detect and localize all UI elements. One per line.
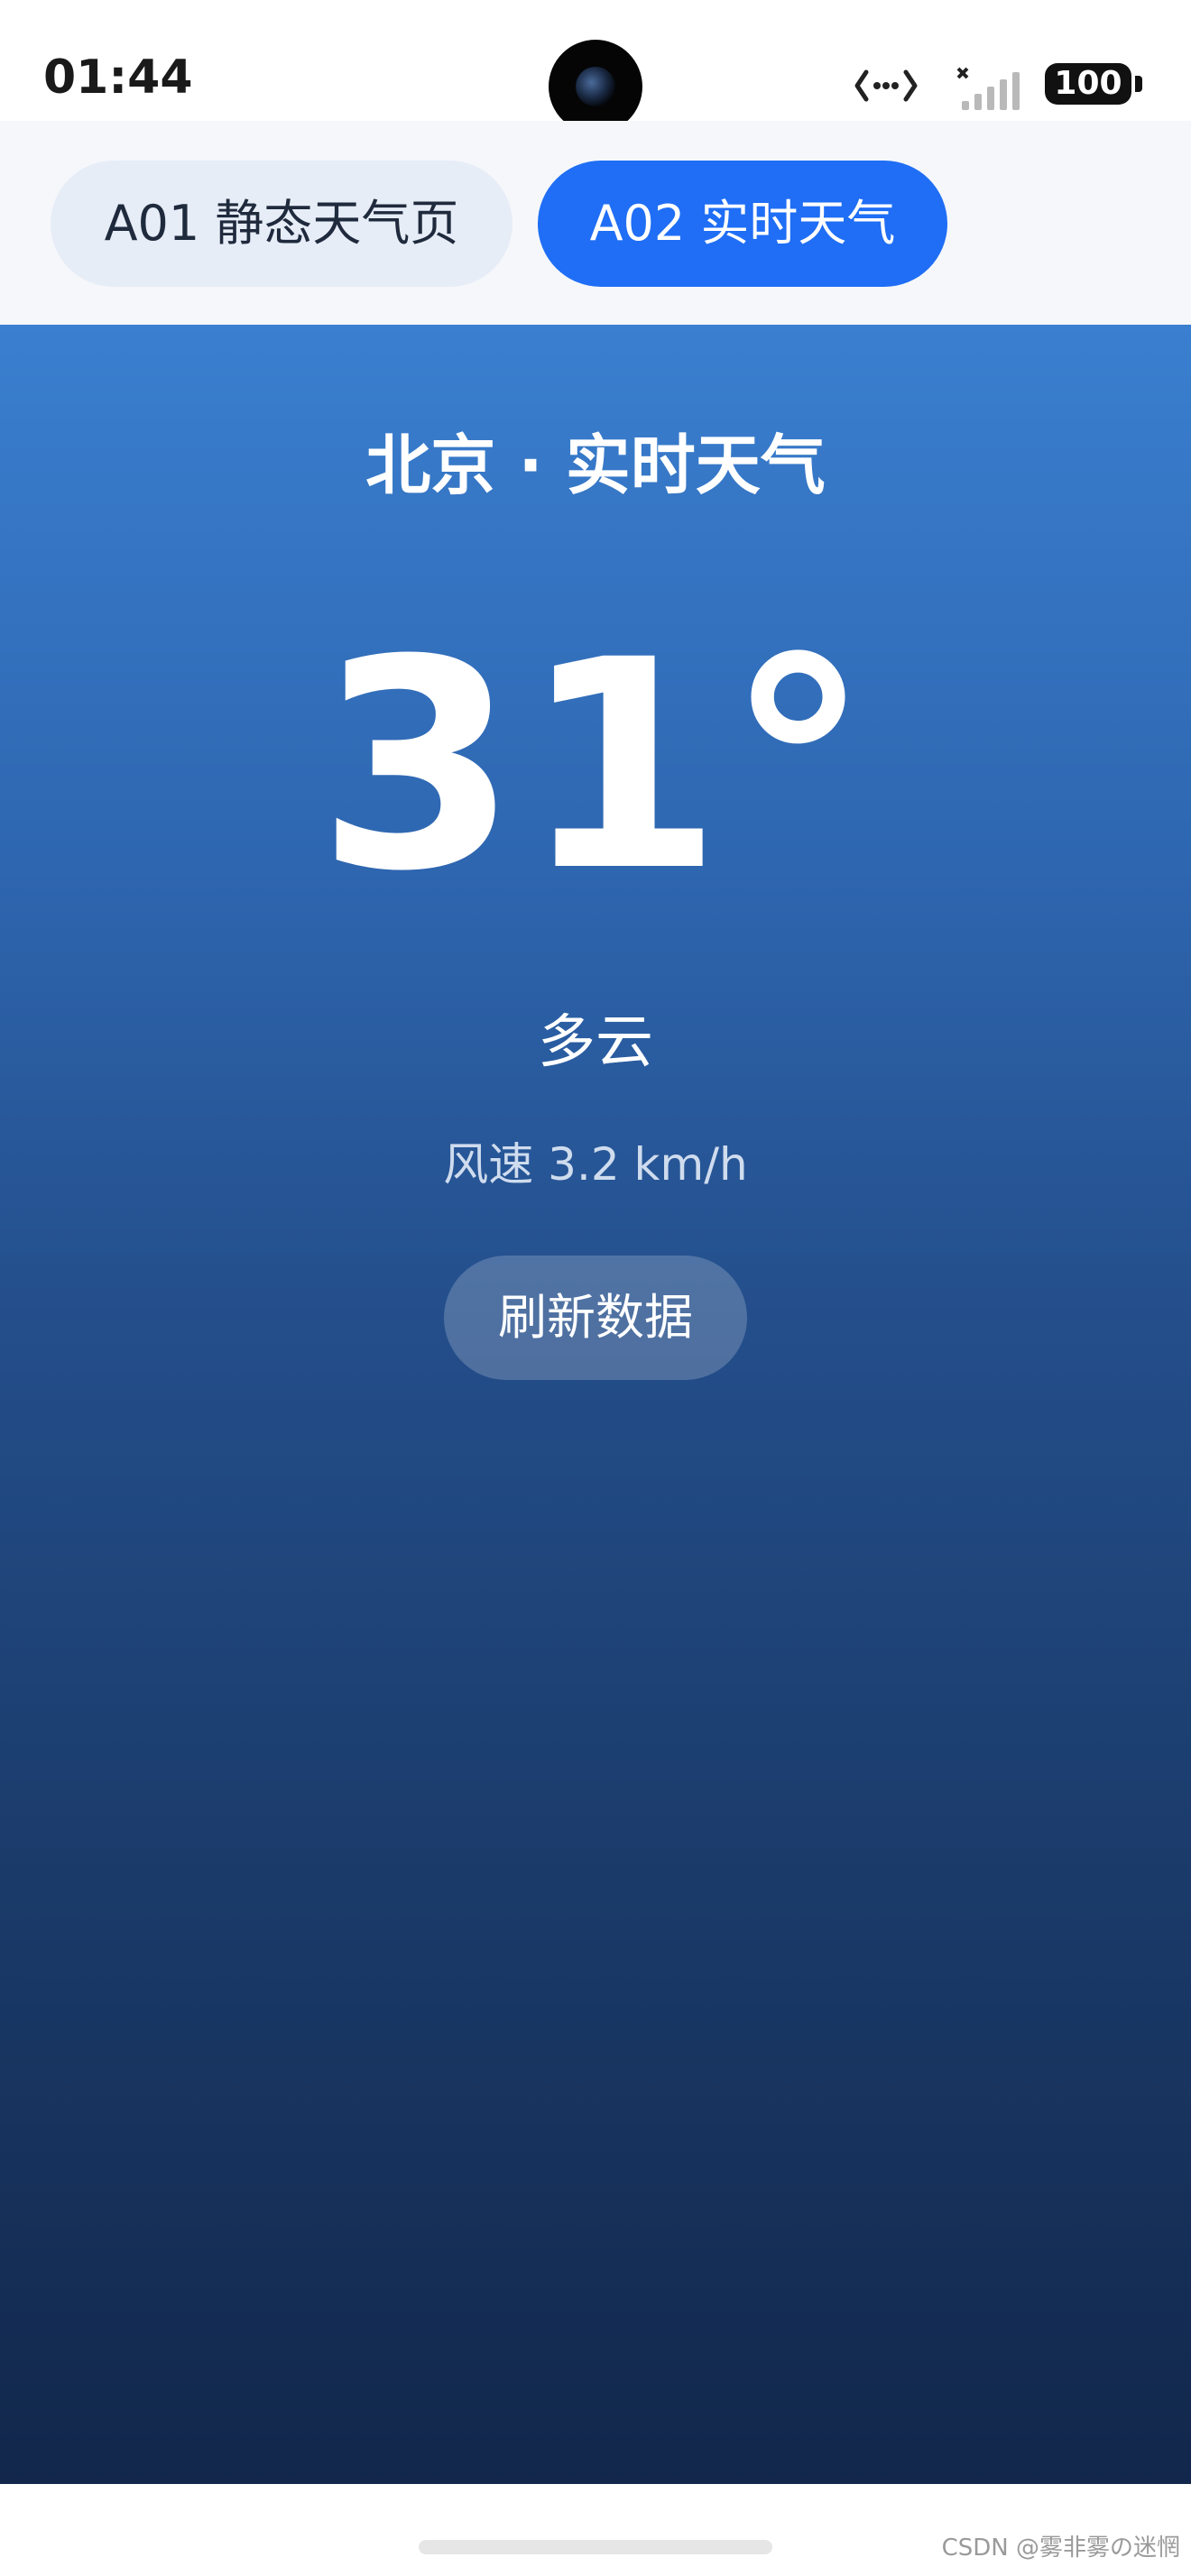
weather-panel: 北京 · 实时天气 31° 多云 风速 3.2 km/h 刷新数据 xyxy=(0,325,1191,2484)
status-bar: 01:44 100 xyxy=(0,0,1191,133)
watermark: CSDN @雾非雾の迷惘 xyxy=(941,2535,1180,2562)
refresh-data-button[interactable]: 刷新数据 xyxy=(444,1256,747,1380)
status-icons: 100 xyxy=(854,58,1144,115)
camera-icon xyxy=(549,40,642,133)
home-indicator[interactable] xyxy=(419,2540,772,2554)
page-title: 北京 · 实时天气 xyxy=(365,428,826,503)
tab-a02-realtime-weather[interactable]: A02 实时天气 xyxy=(538,161,947,287)
link-icon xyxy=(854,63,919,112)
signal-icon xyxy=(955,67,1023,115)
tab-a01-static-weather[interactable]: A01 静态天气页 xyxy=(51,161,512,287)
wind-speed: 风速 3.2 km/h xyxy=(443,1138,748,1191)
bottom-bar: CSDN @雾非雾の迷惘 xyxy=(0,2484,1191,2576)
camera-lens xyxy=(576,67,615,106)
battery-tip xyxy=(1135,76,1142,92)
battery-icon: 100 xyxy=(1045,63,1144,105)
weather-condition: 多云 xyxy=(538,1009,653,1076)
status-time: 01:44 xyxy=(43,51,193,105)
tab-bar: A01 静态天气页 A02 实时天气 xyxy=(0,121,1191,325)
temperature-value: 31° xyxy=(317,599,874,934)
battery-level: 100 xyxy=(1045,63,1131,105)
